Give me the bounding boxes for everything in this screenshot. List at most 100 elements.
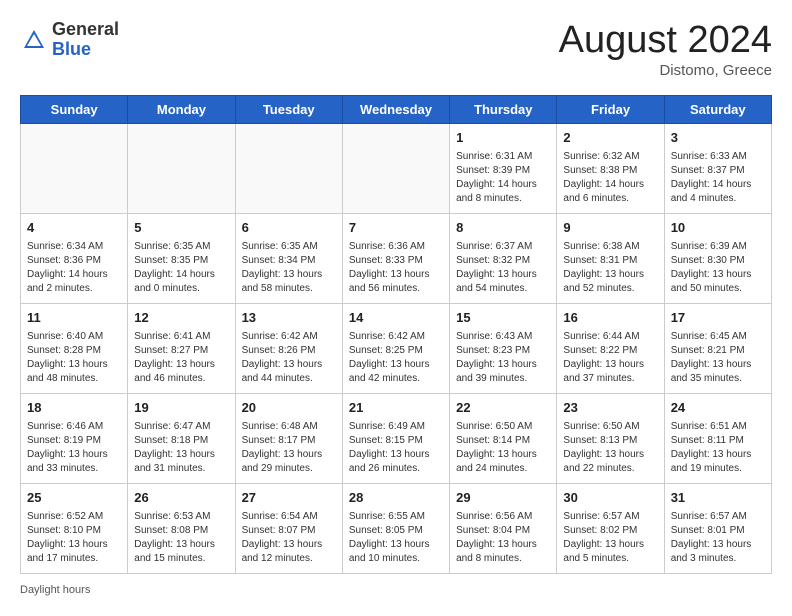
col-header-tuesday: Tuesday <box>235 95 342 123</box>
day-number: 27 <box>242 489 337 508</box>
day-number: 22 <box>456 399 551 418</box>
day-info: Sunrise: 6:44 AM Sunset: 8:22 PM Dayligh… <box>563 330 658 386</box>
day-number: 31 <box>671 489 766 508</box>
logo-icon <box>20 26 48 54</box>
calendar-day: 6 Sunrise: 6:35 AM Sunset: 8:34 PM Daylig… <box>235 213 342 303</box>
day-info: Sunrise: 6:46 AM Sunset: 8:19 PM Dayligh… <box>27 420 122 476</box>
day-number: 5 <box>134 219 229 238</box>
day-number: 7 <box>349 219 444 238</box>
day-info: Sunrise: 6:47 AM Sunset: 8:18 PM Dayligh… <box>134 420 229 476</box>
calendar-header-row: SundayMondayTuesdayWednesdayThursdayFrid… <box>21 95 772 123</box>
day-number: 10 <box>671 219 766 238</box>
day-info: Sunrise: 6:35 AM Sunset: 8:35 PM Dayligh… <box>134 240 229 296</box>
day-number: 1 <box>456 129 551 148</box>
calendar-day: 12Sunrise: 6:41 AM Sunset: 8:27 PM Dayli… <box>128 303 235 393</box>
calendar-week-3: 11 Sunrise: 6:40 AM Sunset: 8:28 PM Dayli… <box>21 303 772 393</box>
day-info: Sunrise: 6:32 AM Sunset: 8:38 PM Dayligh… <box>563 150 658 206</box>
calendar-day: 8 Sunrise: 6:37 AM Sunset: 8:32 PM Daylig… <box>450 213 557 303</box>
day-info: Sunrise: 6:37 AM Sunset: 8:32 PM Dayligh… <box>456 240 551 296</box>
page-header: General Blue August 2024 Distomo, Greece <box>20 20 772 79</box>
calendar-day <box>342 123 449 213</box>
calendar-day: 25Sunrise: 6:52 AM Sunset: 8:10 PM Dayli… <box>21 483 128 573</box>
day-number: 26 <box>134 489 229 508</box>
day-info: Sunrise: 6:49 AM Sunset: 8:15 PM Dayligh… <box>349 420 444 476</box>
day-number: 21 <box>349 399 444 418</box>
calendar-day <box>235 123 342 213</box>
day-number: 6 <box>242 219 337 238</box>
calendar-day: 10Sunrise: 6:39 AM Sunset: 8:30 PM Dayli… <box>664 213 771 303</box>
footer: Daylight hours <box>20 584 772 596</box>
calendar-day: 11 Sunrise: 6:40 AM Sunset: 8:28 PM Dayli… <box>21 303 128 393</box>
calendar-day: 23Sunrise: 6:50 AM Sunset: 8:13 PM Dayli… <box>557 393 664 483</box>
calendar-day: 20Sunrise: 6:48 AM Sunset: 8:17 PM Dayli… <box>235 393 342 483</box>
col-header-wednesday: Wednesday <box>342 95 449 123</box>
calendar-day: 5 Sunrise: 6:35 AM Sunset: 8:35 PM Daylig… <box>128 213 235 303</box>
calendar-day: 22 Sunrise: 6:50 AM Sunset: 8:14 PM Dayli… <box>450 393 557 483</box>
logo-general-text: General <box>52 20 119 40</box>
day-info: Sunrise: 6:43 AM Sunset: 8:23 PM Dayligh… <box>456 330 551 386</box>
calendar-day: 27Sunrise: 6:54 AM Sunset: 8:07 PM Dayli… <box>235 483 342 573</box>
col-header-saturday: Saturday <box>664 95 771 123</box>
day-number: 15 <box>456 309 551 328</box>
calendar-day: 28 Sunrise: 6:55 AM Sunset: 8:05 PM Dayli… <box>342 483 449 573</box>
logo: General Blue <box>20 20 119 60</box>
calendar-week-5: 25Sunrise: 6:52 AM Sunset: 8:10 PM Dayli… <box>21 483 772 573</box>
day-number: 16 <box>563 309 658 328</box>
day-number: 4 <box>27 219 122 238</box>
day-number: 13 <box>242 309 337 328</box>
day-number: 12 <box>134 309 229 328</box>
day-info: Sunrise: 6:55 AM Sunset: 8:05 PM Dayligh… <box>349 510 444 566</box>
day-info: Sunrise: 6:34 AM Sunset: 8:36 PM Dayligh… <box>27 240 122 296</box>
day-info: Sunrise: 6:33 AM Sunset: 8:37 PM Dayligh… <box>671 150 766 206</box>
day-number: 30 <box>563 489 658 508</box>
calendar-day: 7Sunrise: 6:36 AM Sunset: 8:33 PM Daylig… <box>342 213 449 303</box>
calendar-day: 1 Sunrise: 6:31 AM Sunset: 8:39 PM Daylig… <box>450 123 557 213</box>
day-info: Sunrise: 6:53 AM Sunset: 8:08 PM Dayligh… <box>134 510 229 566</box>
calendar-day: 29Sunrise: 6:56 AM Sunset: 8:04 PM Dayli… <box>450 483 557 573</box>
day-info: Sunrise: 6:52 AM Sunset: 8:10 PM Dayligh… <box>27 510 122 566</box>
daylight-label: Daylight hours <box>20 584 90 596</box>
calendar-day: 13Sunrise: 6:42 AM Sunset: 8:26 PM Dayli… <box>235 303 342 393</box>
day-info: Sunrise: 6:51 AM Sunset: 8:11 PM Dayligh… <box>671 420 766 476</box>
day-info: Sunrise: 6:57 AM Sunset: 8:01 PM Dayligh… <box>671 510 766 566</box>
logo-text: General Blue <box>52 20 119 60</box>
day-info: Sunrise: 6:31 AM Sunset: 8:39 PM Dayligh… <box>456 150 551 206</box>
day-number: 2 <box>563 129 658 148</box>
calendar-week-4: 18 Sunrise: 6:46 AM Sunset: 8:19 PM Dayli… <box>21 393 772 483</box>
logo-blue-text: Blue <box>52 40 119 60</box>
calendar-day: 21 Sunrise: 6:49 AM Sunset: 8:15 PM Dayli… <box>342 393 449 483</box>
day-info: Sunrise: 6:45 AM Sunset: 8:21 PM Dayligh… <box>671 330 766 386</box>
calendar-day: 18 Sunrise: 6:46 AM Sunset: 8:19 PM Dayli… <box>21 393 128 483</box>
day-info: Sunrise: 6:57 AM Sunset: 8:02 PM Dayligh… <box>563 510 658 566</box>
day-number: 3 <box>671 129 766 148</box>
col-header-thursday: Thursday <box>450 95 557 123</box>
day-number: 28 <box>349 489 444 508</box>
calendar-day: 15 Sunrise: 6:43 AM Sunset: 8:23 PM Dayli… <box>450 303 557 393</box>
calendar-week-2: 4 Sunrise: 6:34 AM Sunset: 8:36 PM Daylig… <box>21 213 772 303</box>
calendar-day: 3 Sunrise: 6:33 AM Sunset: 8:37 PM Daylig… <box>664 123 771 213</box>
calendar-day: 16 Sunrise: 6:44 AM Sunset: 8:22 PM Dayli… <box>557 303 664 393</box>
calendar-table: SundayMondayTuesdayWednesdayThursdayFrid… <box>20 95 772 574</box>
calendar-day: 17 Sunrise: 6:45 AM Sunset: 8:21 PM Dayli… <box>664 303 771 393</box>
calendar-day: 31 Sunrise: 6:57 AM Sunset: 8:01 PM Dayli… <box>664 483 771 573</box>
calendar-day: 9Sunrise: 6:38 AM Sunset: 8:31 PM Daylig… <box>557 213 664 303</box>
day-number: 11 <box>27 309 122 328</box>
day-info: Sunrise: 6:50 AM Sunset: 8:14 PM Dayligh… <box>456 420 551 476</box>
calendar-day: 26 Sunrise: 6:53 AM Sunset: 8:08 PM Dayli… <box>128 483 235 573</box>
day-number: 14 <box>349 309 444 328</box>
col-header-sunday: Sunday <box>21 95 128 123</box>
day-info: Sunrise: 6:50 AM Sunset: 8:13 PM Dayligh… <box>563 420 658 476</box>
day-number: 19 <box>134 399 229 418</box>
day-number: 29 <box>456 489 551 508</box>
day-info: Sunrise: 6:35 AM Sunset: 8:34 PM Dayligh… <box>242 240 337 296</box>
calendar-day: 2 Sunrise: 6:32 AM Sunset: 8:38 PM Daylig… <box>557 123 664 213</box>
calendar-day <box>21 123 128 213</box>
title-block: August 2024 Distomo, Greece <box>559 20 772 79</box>
month-year-title: August 2024 <box>559 20 772 62</box>
day-number: 20 <box>242 399 337 418</box>
day-number: 17 <box>671 309 766 328</box>
calendar-week-1: 1 Sunrise: 6:31 AM Sunset: 8:39 PM Daylig… <box>21 123 772 213</box>
day-number: 8 <box>456 219 551 238</box>
day-number: 18 <box>27 399 122 418</box>
day-info: Sunrise: 6:40 AM Sunset: 8:28 PM Dayligh… <box>27 330 122 386</box>
